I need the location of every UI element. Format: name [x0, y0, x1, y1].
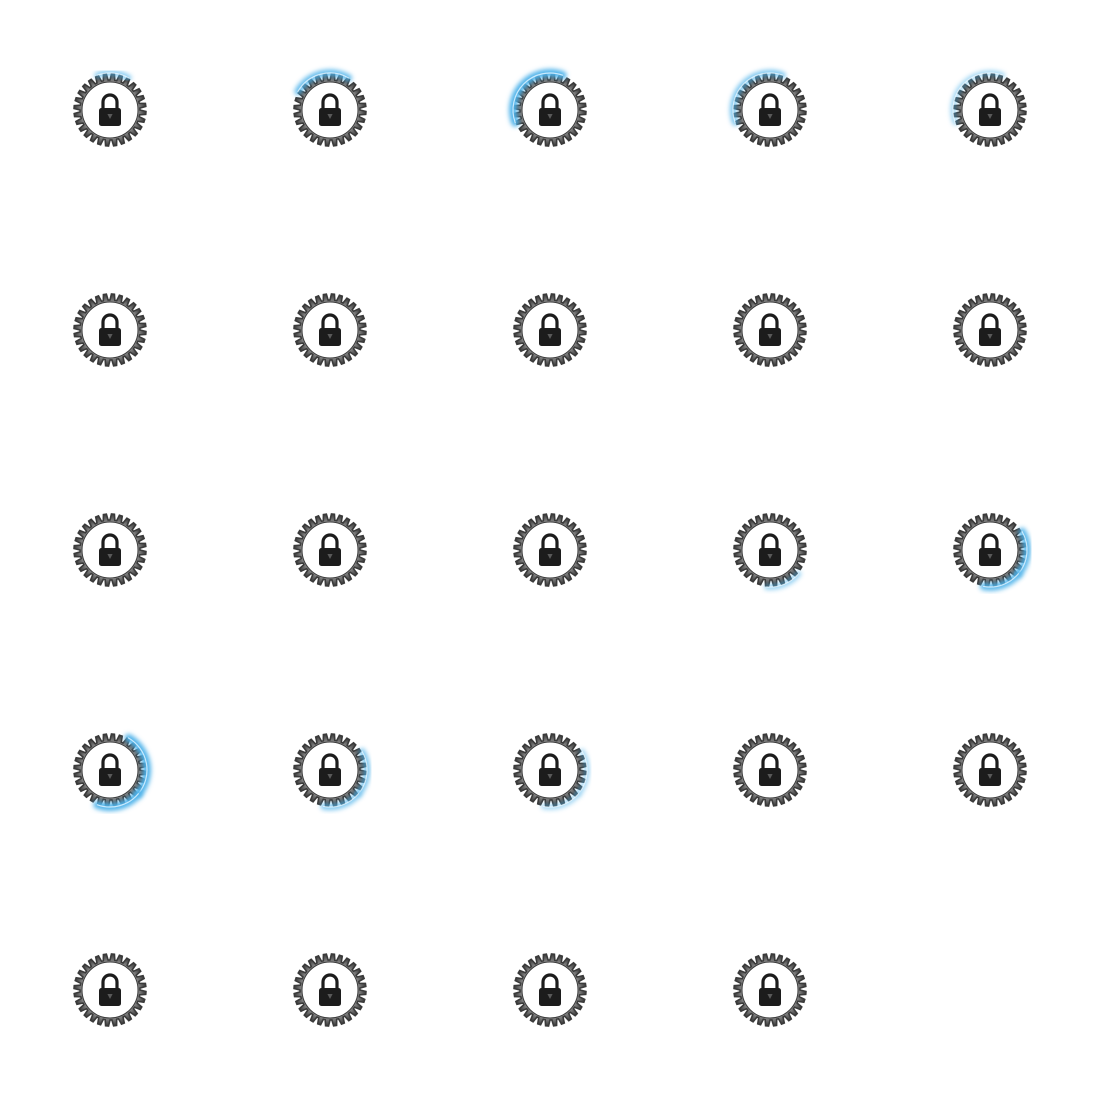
- sprite-frame: [440, 440, 660, 660]
- padlock-gear-icon: [293, 69, 367, 147]
- sprite-frame: [0, 660, 220, 880]
- padlock-gear-icon: [73, 513, 147, 587]
- sprite-frame: [0, 440, 220, 660]
- sprite-frame: [0, 220, 220, 440]
- sprite-frame: [880, 660, 1100, 880]
- padlock-gear-icon: [733, 293, 807, 367]
- sprite-sheet: [0, 0, 1100, 1100]
- sprite-frame: [220, 880, 440, 1100]
- padlock-gear-icon: [513, 513, 587, 587]
- sprite-frame: [660, 0, 880, 220]
- padlock-gear-icon: [509, 69, 587, 147]
- sprite-frame: [880, 440, 1100, 660]
- sprite-frame: [660, 660, 880, 880]
- sprite-frame: [660, 220, 880, 440]
- padlock-gear-icon: [73, 953, 147, 1027]
- sprite-frame: [220, 220, 440, 440]
- sprite-frame: [440, 660, 660, 880]
- sprite-frame: [660, 440, 880, 660]
- sprite-frame: [880, 0, 1100, 220]
- padlock-gear-icon: [953, 733, 1027, 807]
- padlock-gear-icon: [950, 70, 1027, 147]
- padlock-gear-icon: [73, 70, 147, 147]
- sprite-frame: [0, 880, 220, 1100]
- sprite-frame: [440, 220, 660, 440]
- padlock-gear-icon: [73, 293, 147, 367]
- padlock-gear-icon: [953, 293, 1027, 367]
- sprite-frame: [0, 0, 220, 220]
- sprite-frame: [220, 0, 440, 220]
- padlock-gear-icon: [953, 513, 1031, 591]
- padlock-gear-icon: [293, 293, 367, 367]
- padlock-gear-icon: [733, 513, 807, 590]
- padlock-gear-icon: [293, 513, 367, 587]
- sprite-frame: [220, 660, 440, 880]
- padlock-gear-icon: [513, 293, 587, 367]
- padlock-gear-icon: [293, 733, 371, 811]
- padlock-gear-icon: [733, 733, 807, 807]
- padlock-gear-icon: [513, 733, 590, 810]
- sprite-frame: [880, 220, 1100, 440]
- padlock-gear-icon: [729, 69, 807, 147]
- padlock-gear-icon: [73, 733, 151, 811]
- padlock-gear-icon: [293, 953, 367, 1027]
- sprite-frame: [220, 440, 440, 660]
- sprite-frame: [660, 880, 880, 1100]
- padlock-gear-icon: [513, 953, 587, 1027]
- padlock-gear-icon: [733, 953, 807, 1027]
- sprite-frame: [440, 0, 660, 220]
- sprite-frame: [440, 880, 660, 1100]
